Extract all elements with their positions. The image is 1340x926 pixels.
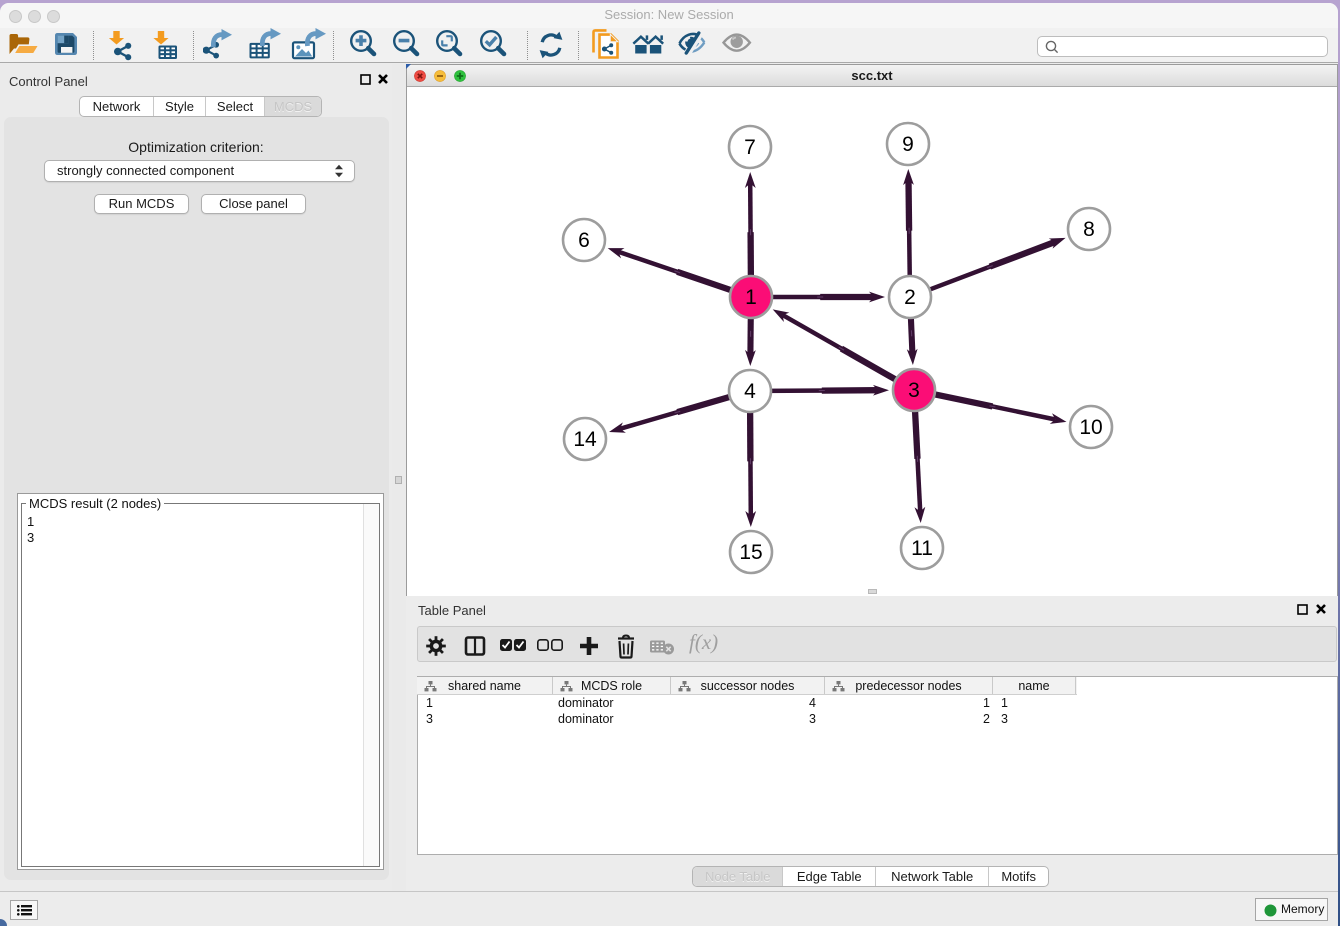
svg-text:4: 4 bbox=[744, 380, 756, 403]
svg-text:9: 9 bbox=[902, 133, 914, 156]
svg-text:2: 2 bbox=[904, 286, 916, 309]
svg-text:8: 8 bbox=[1083, 218, 1095, 241]
svg-text:7: 7 bbox=[744, 136, 756, 159]
svg-text:6: 6 bbox=[578, 229, 590, 252]
svg-text:10: 10 bbox=[1079, 416, 1102, 439]
svg-text:11: 11 bbox=[911, 537, 933, 560]
svg-text:1: 1 bbox=[745, 286, 757, 309]
svg-text:15: 15 bbox=[739, 541, 762, 564]
svg-text:14: 14 bbox=[573, 428, 597, 451]
svg-text:3: 3 bbox=[908, 379, 920, 402]
